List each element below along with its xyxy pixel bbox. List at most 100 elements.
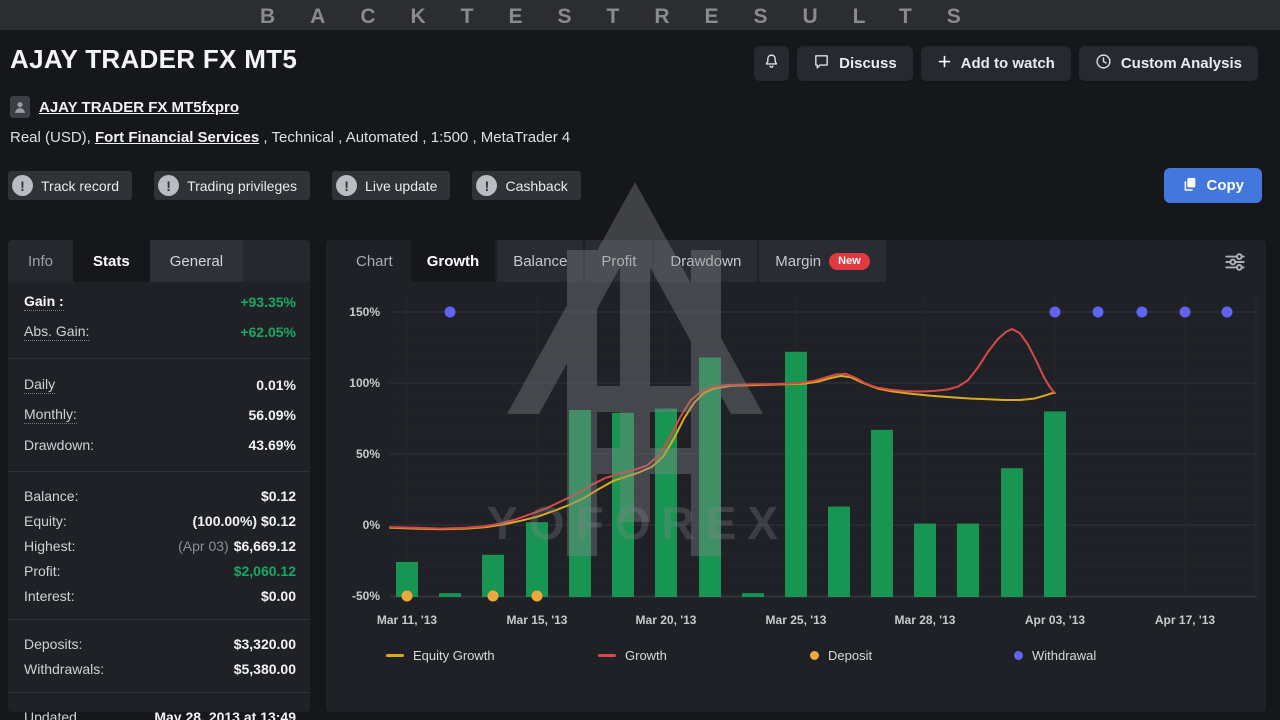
growth-bar[interactable] [1044,411,1066,597]
stat-value: +62.05% [240,324,296,340]
tab-stats[interactable]: Stats [73,240,150,282]
stat-label: Daily [24,376,55,394]
copy-label: Copy [1207,177,1245,194]
stat-value-prefix: (Apr 03) [178,538,229,554]
stat-row: Equity:(100.00%) $0.12 [8,508,310,533]
growth-bar[interactable] [828,507,850,597]
legend-deposit[interactable]: Deposit [810,648,872,663]
badge-cashback[interactable]: !Cashback [472,171,580,200]
stat-label: Drawdown: [24,437,94,453]
stats-group: Gain :+93.35%Abs. Gain:+62.05% [8,282,310,352]
bell-icon [763,53,780,74]
stat-value: $0.00 [261,588,296,604]
stat-value: $3,320.00 [234,636,296,652]
chart-tab-growth[interactable]: Growth [411,240,496,282]
legend-equity-growth[interactable]: Equity Growth [386,648,495,663]
growth-bar[interactable] [871,430,893,597]
deposit-dot[interactable] [402,591,413,602]
stat-label: Interest: [24,588,75,604]
chart-tab-chart[interactable]: Chart [340,240,409,282]
withdrawal-dot[interactable] [1137,307,1148,318]
exclamation-icon: ! [158,175,179,196]
divider [8,619,310,620]
badge-live-update[interactable]: !Live update [332,171,450,200]
stat-value: 0.01% [256,377,296,393]
chart-settings-icon[interactable] [1222,249,1248,275]
add-to-watch-label: Add to watch [961,55,1055,72]
stat-label: Withdrawals: [24,661,104,677]
deposit-dot[interactable] [532,591,543,602]
y-tick-label: -50% [352,589,380,603]
badge-track-record[interactable]: !Track record [8,171,132,200]
tab-general[interactable]: General [150,240,243,282]
chart-legend: Equity Growth Growth Deposit Withdrawal [326,648,1266,668]
legend-swatch [598,654,616,657]
stat-row: Gain :+93.35% [8,287,310,317]
growth-bar[interactable] [1001,468,1023,597]
legend-swatch [1014,651,1023,660]
stat-label: Gain : [24,293,64,311]
legend-label: Withdrawal [1032,648,1096,663]
growth-bar[interactable] [612,413,634,597]
stats-group: Balance:$0.12Equity:(100.00%) $0.12Highe… [8,478,310,613]
stat-row: Abs. Gain:+62.05% [8,317,310,347]
growth-bar[interactable] [439,593,461,597]
badge-label: Live update [365,178,437,194]
growth-bar[interactable] [742,593,764,597]
x-tick-label: Apr 17, '13 [1155,613,1216,627]
add-to-watch-button[interactable]: Add to watch [921,46,1071,81]
chart-tab-drawdown[interactable]: Drawdown [654,240,757,282]
legend-withdrawal[interactable]: Withdrawal [1014,648,1096,663]
y-tick-label: 50% [356,447,380,461]
copy-icon [1182,176,1198,196]
stat-row: Withdrawals: $5,380.00 [8,656,310,681]
withdrawal-dot[interactable] [1050,307,1061,318]
stat-label: Equity: [24,513,67,529]
stat-value: 56.09% [249,407,296,423]
y-tick-label: 0% [363,518,381,532]
chart-tab-label: Margin [775,253,821,270]
stat-label: Updated [24,709,77,720]
stat-value: 43.69% [249,437,296,453]
withdrawal-dot[interactable] [1180,307,1191,318]
tab-info[interactable]: Info [8,240,73,282]
chart-tab-label: Profit [601,253,636,270]
discuss-label: Discuss [839,55,897,72]
stats-body: Gain :+93.35%Abs. Gain:+62.05% Daily 0.01%… [8,282,310,720]
withdrawal-dot[interactable] [1222,307,1233,318]
stat-value: $5,380.00 [234,661,296,677]
withdrawal-dot[interactable] [445,307,456,318]
chart-tab-balance[interactable]: Balance [497,240,583,282]
account-info-suffix: , Technical , Automated , 1:500 , MetaTr… [259,129,570,146]
badge-trading-privileges[interactable]: !Trading privileges [154,171,310,200]
discuss-button[interactable]: Discuss [797,46,913,81]
growth-bar[interactable] [785,352,807,597]
notifications-button[interactable] [754,46,789,81]
stat-row: Updated May 28, 2013 at 13:49 [8,704,310,720]
withdrawal-dot[interactable] [1093,307,1104,318]
stat-value: May 28, 2013 at 13:49 [154,709,296,720]
growth-bar[interactable] [914,524,936,597]
chart-tab-label: Drawdown [670,253,741,270]
user-profile-link[interactable]: AJAY TRADER FX MT5fxpro [39,99,239,116]
growth-bar[interactable] [526,522,548,597]
legend-growth[interactable]: Growth [598,648,667,663]
chart-panel: 150%100%50%0%-50%Mar 11, '13Mar 15, '13M… [326,240,1266,712]
chart-tab-profit[interactable]: Profit [585,240,652,282]
y-tick-label: 150% [349,305,380,319]
chart-tab-label: Chart [356,253,393,270]
chart-tab-margin[interactable]: MarginNew [759,240,885,282]
legend-swatch [386,654,404,657]
chart-tabs: Chart Growth Balance Profit Drawdown MarginNe… [326,240,1266,282]
custom-analysis-button[interactable]: Custom Analysis [1079,46,1258,81]
stat-value: (Apr 03)$6,669.12 [178,538,296,554]
growth-bar[interactable] [957,524,979,597]
page: BACKTESTRESULTS AJAY TRADER FX MT5 Discu… [0,0,1280,720]
plus-icon [937,54,952,73]
stat-value: $0.12 [261,488,296,504]
deposit-dot[interactable] [488,591,499,602]
chart-tab-label: Growth [427,253,480,270]
broker-link[interactable]: Fort Financial Services [95,129,259,146]
stat-row: Highest:(Apr 03)$6,669.12 [8,533,310,558]
copy-button[interactable]: Copy [1164,168,1263,203]
